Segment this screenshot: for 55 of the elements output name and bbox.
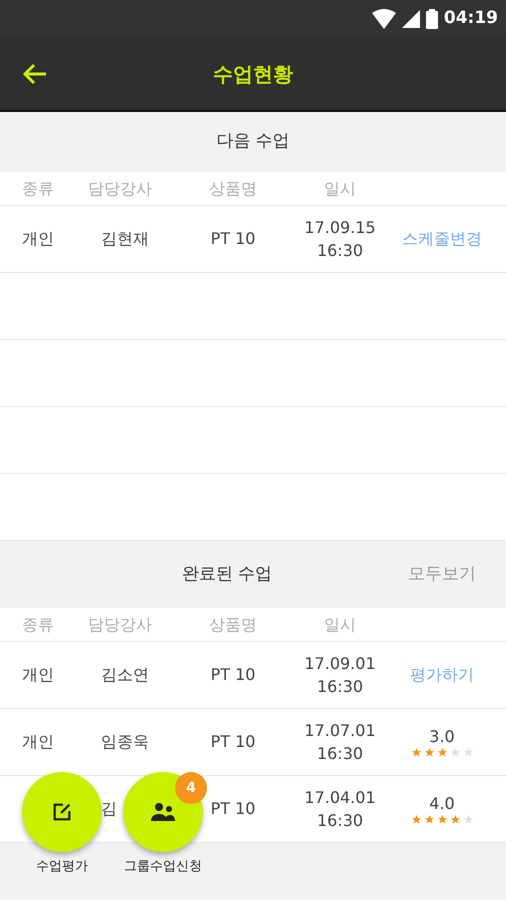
table-cell-text: PT 10 <box>210 731 256 753</box>
column-header: 상품명 <box>209 178 257 200</box>
edit-icon <box>51 801 73 823</box>
people-icon <box>150 802 176 822</box>
page-title: 수업현황 <box>213 61 293 88</box>
column-header: 종류 <box>22 178 54 200</box>
column-header: 종류 <box>22 614 54 636</box>
table-cell-text: 개인 <box>22 664 54 686</box>
star-icon <box>424 814 434 824</box>
action-link[interactable]: 평가하기 <box>410 663 474 687</box>
view-all-link[interactable]: 모두보기 <box>408 562 476 588</box>
empty-star-icon <box>450 746 460 758</box>
table-cell-text: 개인 <box>22 228 54 250</box>
time-text: 16:30 <box>316 743 364 765</box>
star-icon <box>410 814 422 824</box>
table-cell-text: 김 <box>101 798 117 820</box>
star-icon <box>410 746 422 758</box>
date-text: 17.09.01 <box>304 653 376 675</box>
date-text: 17.07.01 <box>304 720 376 742</box>
column-header: 일시 <box>324 178 356 200</box>
rating-score: 3.0 <box>429 726 455 746</box>
star-icon <box>436 814 448 824</box>
column-header: 상품명 <box>209 614 257 636</box>
star-icon <box>424 746 434 758</box>
column-header: 담당강사 <box>88 178 152 200</box>
column-header: 일시 <box>324 614 356 636</box>
table-cell-text: PT 10 <box>210 228 256 250</box>
clock-text: 04:19 <box>444 7 498 30</box>
time-text: 16:30 <box>316 240 364 262</box>
section-title: 완료된 수업 <box>182 562 272 586</box>
action-link[interactable]: 스케줄변경 <box>402 227 482 251</box>
signal-icon <box>402 10 420 28</box>
table-cell-text: 개인 <box>22 731 54 753</box>
time-text: 16:30 <box>316 810 364 832</box>
empty-star-icon <box>462 746 474 758</box>
battery-icon <box>426 9 438 29</box>
rating-score: 4.0 <box>429 794 455 814</box>
table-cell-text: 임종욱 <box>101 731 149 753</box>
table-cell-text: 김소연 <box>101 664 149 686</box>
star-icon <box>450 814 460 824</box>
section-title: 다음 수업 <box>216 130 290 154</box>
wifi-icon <box>372 9 396 29</box>
star-icon <box>436 746 448 758</box>
table-cell-text: PT 10 <box>210 798 256 820</box>
column-header: 담당강사 <box>88 614 152 636</box>
empty-star-icon <box>462 814 474 824</box>
date-text: 17.04.01 <box>304 787 376 809</box>
date-text: 17.09.15 <box>304 217 376 239</box>
table-cell-text: 김현재 <box>101 228 149 250</box>
table-cell-text: PT 10 <box>210 664 256 686</box>
back-button[interactable] <box>22 62 48 86</box>
back-arrow-icon <box>22 62 48 86</box>
fab-label: 그룹수업신청 <box>124 858 202 876</box>
fab-label: 수업평가 <box>36 858 88 876</box>
time-text: 16:30 <box>316 676 364 698</box>
